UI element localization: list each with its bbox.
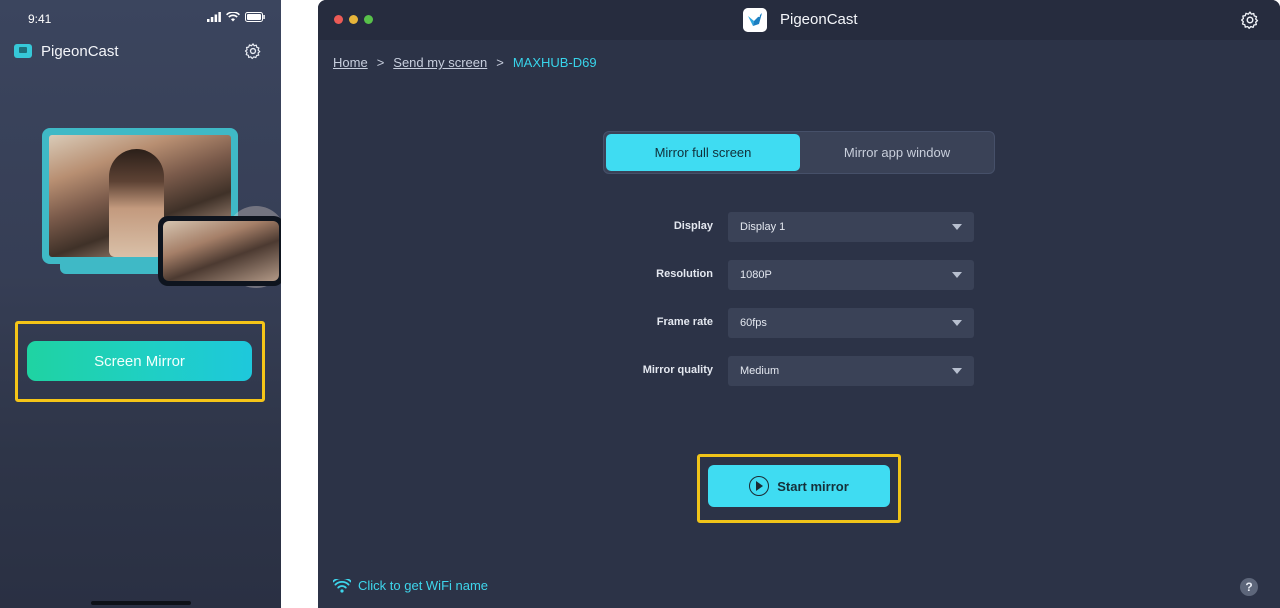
wifi-name-link[interactable]: Click to get WiFi name — [333, 578, 488, 593]
frame-rate-value: 60fps — [740, 317, 767, 329]
desktop-app-window: PigeonCast Home > Send my screen > MAXHU… — [318, 0, 1280, 608]
phone-photo — [163, 221, 279, 281]
gear-icon[interactable] — [244, 42, 262, 60]
title-bar: PigeonCast — [318, 0, 1280, 40]
breadcrumb-current-device: MAXHUB-D69 — [512, 55, 597, 70]
phone-app-title: PigeonCast — [41, 43, 119, 60]
tab-mirror-app-window[interactable]: Mirror app window — [802, 134, 992, 171]
frame-rate-label: Frame rate — [656, 316, 713, 328]
maximize-window-button[interactable] — [364, 15, 373, 24]
breadcrumb-separator: > — [376, 55, 385, 70]
breadcrumb-separator: > — [496, 55, 504, 70]
display-value: Display 1 — [740, 221, 786, 233]
display-row: Display Display 1 — [618, 212, 978, 242]
mirror-quality-value: Medium — [740, 365, 780, 377]
status-icons — [207, 12, 265, 22]
chevron-down-icon — [952, 320, 962, 326]
play-icon — [749, 476, 770, 496]
app-logo-icon — [14, 44, 32, 58]
start-mirror-button[interactable]: Start mirror — [708, 465, 890, 507]
breadcrumb-home[interactable]: Home — [333, 55, 368, 70]
breadcrumb: Home > Send my screen > MAXHUB-D69 — [333, 55, 597, 70]
phone-image — [158, 216, 281, 286]
chevron-down-icon — [952, 368, 962, 374]
mirror-quality-row: Mirror quality Medium — [618, 356, 978, 386]
signal-icon — [207, 12, 221, 22]
resolution-row: Resolution 1080P — [618, 260, 978, 290]
close-window-button[interactable] — [334, 15, 343, 24]
frame-rate-select[interactable]: 60fps — [728, 308, 974, 338]
chevron-down-icon — [952, 272, 962, 278]
phone-screen: 9:41 PigeonCast Screen Mirror — [0, 0, 281, 608]
status-time: 9:41 — [28, 12, 52, 26]
mirror-quality-label: Mirror quality — [642, 364, 713, 376]
home-indicator — [91, 601, 191, 605]
screen-mirror-button[interactable]: Screen Mirror — [27, 341, 252, 381]
mirror-quality-select[interactable]: Medium — [728, 356, 974, 386]
wifi-icon — [226, 12, 240, 22]
mirror-mode-tabs: Mirror full screen Mirror app window — [603, 131, 995, 174]
app-logo-icon — [743, 8, 767, 32]
chevron-down-icon — [952, 224, 962, 230]
wifi-icon — [333, 578, 351, 593]
breadcrumb-send-my-screen[interactable]: Send my screen — [393, 55, 487, 70]
resolution-value: 1080P — [740, 269, 772, 281]
wifi-link-label: Click to get WiFi name — [358, 578, 489, 593]
resolution-select[interactable]: 1080P — [728, 260, 974, 290]
minimize-window-button[interactable] — [349, 15, 358, 24]
resolution-label: Resolution — [656, 268, 713, 280]
frame-rate-row: Frame rate 60fps — [618, 308, 978, 338]
mirroring-illustration — [42, 128, 281, 288]
gear-icon[interactable] — [1240, 10, 1260, 30]
display-select[interactable]: Display 1 — [728, 212, 974, 242]
status-bar: 9:41 — [0, 0, 281, 36]
battery-icon — [245, 12, 265, 22]
window-title: PigeonCast — [780, 11, 858, 28]
help-icon[interactable]: ? — [1240, 578, 1258, 596]
tab-mirror-full-screen[interactable]: Mirror full screen — [606, 134, 800, 171]
start-mirror-label: Start mirror — [777, 478, 849, 494]
display-label: Display — [673, 220, 713, 232]
phone-app-header: PigeonCast — [0, 38, 281, 66]
